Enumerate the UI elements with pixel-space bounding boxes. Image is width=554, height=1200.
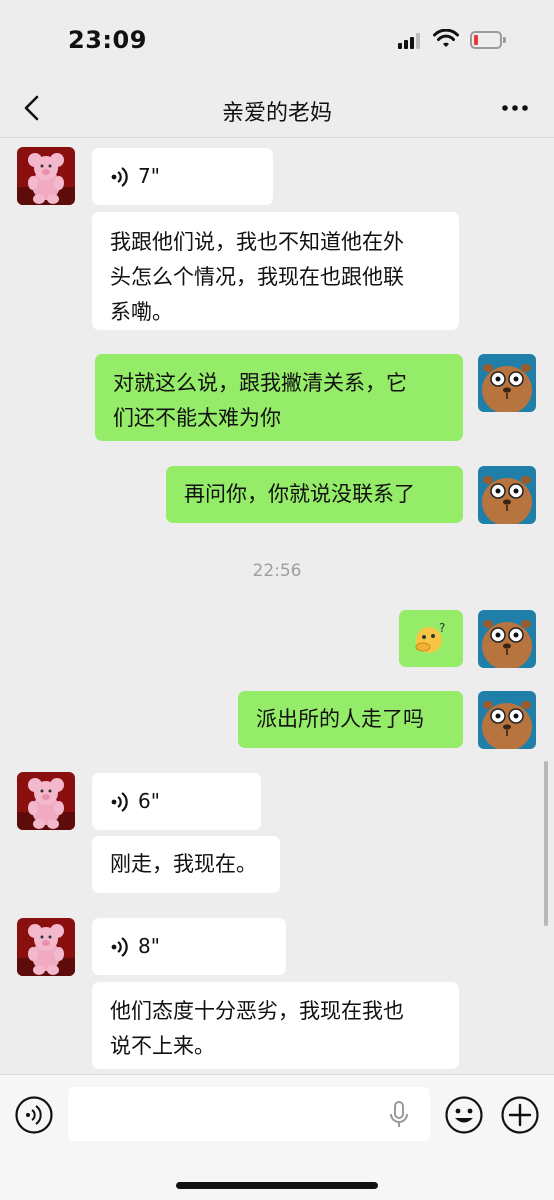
message-line: 他们态度十分恶劣，我现在我也	[110, 999, 404, 1023]
capybara-icon	[478, 354, 536, 412]
message-list[interactable]: 7" 我跟他们说，我也不知道他在外 头怎么个情况，我现在也跟他联 系嘞。 对就这…	[0, 139, 554, 1074]
pink-teddy-bear-icon	[17, 147, 75, 205]
message-line: 再问你，你就说没联系了	[184, 482, 415, 506]
voice-duration: 8"	[138, 934, 160, 958]
message-input[interactable]	[68, 1087, 430, 1141]
text-message[interactable]: 派出所的人走了吗	[238, 691, 463, 748]
home-indicator	[176, 1182, 378, 1189]
scrollbar[interactable]	[544, 761, 548, 926]
peeking-face-emoji-icon: ?	[415, 621, 445, 653]
voice-duration: 6"	[138, 789, 160, 813]
message-line: 头怎么个情况，我现在也跟他联	[110, 265, 404, 289]
voice-wave-icon	[111, 936, 128, 957]
chat-header: 亲爱的老妈	[0, 80, 554, 138]
time-stamp: 22:56	[252, 561, 302, 581]
capybara-icon	[478, 466, 536, 524]
voice-message[interactable]: 6"	[92, 773, 261, 830]
text-message[interactable]: 对就这么说，跟我撇清关系，它 们还不能太难为你	[95, 354, 463, 441]
chat-screen: 23:09 亲爱的老妈 7" 我跟他们说，我也不知道他在外 头怎么个情况，我现在…	[0, 0, 554, 1200]
capybara-icon	[478, 610, 536, 668]
input-bar	[0, 1074, 554, 1200]
wifi-icon	[433, 29, 459, 47]
my-avatar[interactable]	[478, 691, 536, 749]
text-message[interactable]: 他们态度十分恶劣，我现在我也 说不上来。	[92, 982, 459, 1069]
status-bar: 23:09	[0, 0, 554, 80]
status-time: 23:09	[68, 26, 147, 54]
contact-avatar[interactable]	[17, 918, 75, 976]
pink-teddy-bear-icon	[17, 772, 75, 830]
voice-message[interactable]: 7"	[92, 148, 273, 205]
text-message[interactable]: 再问你，你就说没联系了	[166, 466, 463, 523]
svg-text:?: ?	[439, 621, 445, 635]
my-avatar[interactable]	[478, 354, 536, 412]
voice-wave-icon	[111, 791, 128, 812]
voice-toggle-icon[interactable]	[14, 1095, 54, 1135]
voice-duration: 7"	[138, 164, 160, 188]
text-message[interactable]: 刚走，我现在。	[92, 836, 280, 893]
text-message[interactable]: 我跟他们说，我也不知道他在外 头怎么个情况，我现在也跟他联 系嘞。	[92, 212, 459, 330]
battery-low-icon	[470, 31, 506, 49]
voice-message[interactable]: 8"	[92, 918, 286, 975]
contact-avatar[interactable]	[17, 772, 75, 830]
message-line: 对就这么说，跟我撇清关系，它	[113, 371, 407, 395]
message-line: 我跟他们说，我也不知道他在外	[110, 230, 404, 254]
chat-title: 亲爱的老妈	[221, 101, 332, 126]
my-avatar[interactable]	[478, 466, 536, 524]
message-line: 说不上来。	[110, 1034, 215, 1058]
more-dots-icon[interactable]	[500, 98, 530, 118]
voice-wave-icon	[111, 166, 128, 187]
contact-avatar[interactable]	[17, 147, 75, 205]
message-line: 系嘞。	[110, 300, 173, 324]
emoji-icon[interactable]	[444, 1095, 484, 1135]
message-line: 派出所的人走了吗	[256, 707, 424, 731]
message-line: 刚走，我现在。	[110, 852, 257, 876]
signal-icon	[398, 33, 424, 49]
my-avatar[interactable]	[478, 610, 536, 668]
plus-icon[interactable]	[500, 1095, 540, 1135]
emoji-message[interactable]: ?	[399, 610, 463, 667]
microphone-icon[interactable]	[386, 1099, 412, 1131]
capybara-icon	[478, 691, 536, 749]
pink-teddy-bear-icon	[17, 918, 75, 976]
message-line: 们还不能太难为你	[113, 406, 281, 430]
